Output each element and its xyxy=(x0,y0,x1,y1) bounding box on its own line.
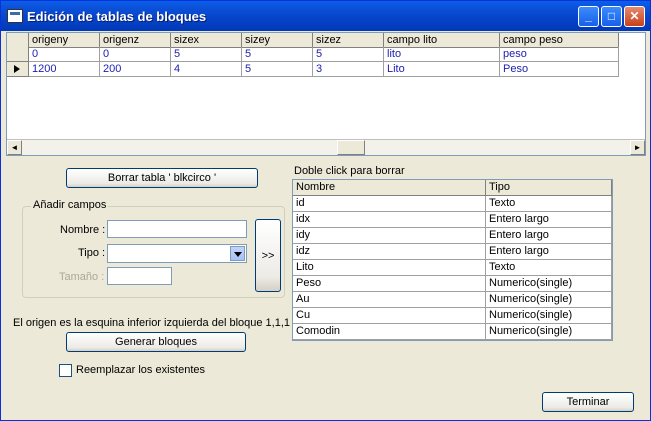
title-bar[interactable]: Edición de tablas de bloques _ □ ✕ xyxy=(1,1,650,31)
field-type-cell[interactable]: Numerico(single) xyxy=(486,324,612,340)
grid-col-header[interactable]: sizex xyxy=(171,33,242,48)
field-type-cell[interactable]: Numerico(single) xyxy=(486,292,612,308)
field-name-cell[interactable]: Peso xyxy=(293,276,486,292)
delete-table-button[interactable]: Borrar tabla ' blkcirco ' xyxy=(66,168,258,188)
grid-cell[interactable]: 4 xyxy=(171,62,242,77)
grid-col-header[interactable]: campo lito xyxy=(384,33,500,48)
grid-horizontal-scrollbar[interactable]: ◄ ► xyxy=(7,139,645,155)
grid-cell[interactable]: 0 xyxy=(29,47,100,62)
fields-col-header[interactable]: Tipo xyxy=(486,180,612,196)
type-select[interactable] xyxy=(107,244,247,263)
field-type-cell[interactable]: Entero largo xyxy=(486,228,612,244)
field-type-cell[interactable]: Entero largo xyxy=(486,212,612,228)
row-selector[interactable] xyxy=(7,47,29,62)
name-input[interactable] xyxy=(107,220,247,238)
grid-cell[interactable]: 5 xyxy=(171,47,242,62)
grid-cell[interactable]: 1200 xyxy=(29,62,100,77)
field-name-cell[interactable]: Comodin xyxy=(293,324,486,340)
field-name-cell[interactable]: idx xyxy=(293,212,486,228)
field-type-cell[interactable]: Texto xyxy=(486,196,612,212)
scroll-thumb[interactable] xyxy=(337,140,365,155)
grid-col-header[interactable]: campo peso xyxy=(500,33,619,48)
replace-existing-label[interactable]: Reemplazar los existentes xyxy=(76,364,205,376)
add-fields-group-title: Añadir campos xyxy=(31,199,109,211)
main-window: Edición de tablas de bloques _ □ ✕ orige… xyxy=(0,0,651,421)
grid-cell[interactable]: 200 xyxy=(100,62,171,77)
row-selector-current[interactable] xyxy=(7,62,29,77)
grid-cell[interactable]: 5 xyxy=(313,47,384,62)
field-type-cell[interactable]: Texto xyxy=(486,260,612,276)
grid-cell[interactable]: lito xyxy=(384,47,500,62)
maximize-button[interactable]: □ xyxy=(601,6,622,27)
grid-header: origeny origenz sizex sizey sizez campo … xyxy=(7,33,619,48)
grid-col-header[interactable]: sizez xyxy=(313,33,384,48)
grid-col-header[interactable]: origeny xyxy=(29,33,100,48)
grid-cell[interactable]: 0 xyxy=(100,47,171,62)
grid-col-header[interactable]: sizey xyxy=(242,33,313,48)
field-type-cell[interactable]: Entero largo xyxy=(486,244,612,260)
field-name-cell[interactable]: idz xyxy=(293,244,486,260)
field-name-cell[interactable]: Lito xyxy=(293,260,486,276)
origin-note: El origen es la esquina inferior izquier… xyxy=(13,317,291,329)
replace-existing-checkbox[interactable] xyxy=(59,364,72,377)
size-input[interactable] xyxy=(107,267,172,285)
field-name-cell[interactable]: idy xyxy=(293,228,486,244)
field-name-cell[interactable]: Cu xyxy=(293,308,486,324)
app-icon[interactable] xyxy=(7,9,23,23)
window-title: Edición de tablas de bloques xyxy=(27,9,207,24)
current-row-arrow-icon xyxy=(14,65,20,73)
grid-cell[interactable]: 5 xyxy=(242,62,313,77)
fields-col-header[interactable]: Nombre xyxy=(293,180,486,196)
blocks-table-grid[interactable]: origeny origenz sizex sizey sizez campo … xyxy=(6,32,646,156)
grid-cell[interactable]: peso xyxy=(500,47,619,62)
field-name-cell[interactable]: id xyxy=(293,196,486,212)
add-field-button[interactable]: >> xyxy=(255,219,281,292)
size-label: Tamaño : xyxy=(59,271,105,283)
close-button[interactable]: ✕ xyxy=(624,6,645,27)
fields-list[interactable]: Nombre Tipo id Texto idx Entero largo id… xyxy=(292,179,613,341)
grid-cell[interactable]: Peso xyxy=(500,62,619,77)
field-type-cell[interactable]: Numerico(single) xyxy=(486,276,612,292)
grid-col-header[interactable]: origenz xyxy=(100,33,171,48)
type-label: Tipo : xyxy=(78,247,106,259)
name-label: Nombre : xyxy=(60,224,106,236)
grid-cell[interactable]: 5 xyxy=(242,47,313,62)
fields-list-hint: Doble click para borrar xyxy=(294,165,405,177)
scroll-right-icon[interactable]: ► xyxy=(630,140,645,155)
field-name-cell[interactable]: Au xyxy=(293,292,486,308)
finish-button[interactable]: Terminar xyxy=(542,392,634,412)
minimize-button[interactable]: _ xyxy=(578,6,599,27)
grid-cell[interactable]: 3 xyxy=(313,62,384,77)
generate-blocks-button[interactable]: Generar bloques xyxy=(66,332,246,352)
chevron-down-icon[interactable] xyxy=(230,246,245,261)
grid-cell[interactable]: Lito xyxy=(384,62,500,77)
field-type-cell[interactable]: Numerico(single) xyxy=(486,308,612,324)
grid-corner xyxy=(7,33,29,48)
scroll-left-icon[interactable]: ◄ xyxy=(7,140,22,155)
